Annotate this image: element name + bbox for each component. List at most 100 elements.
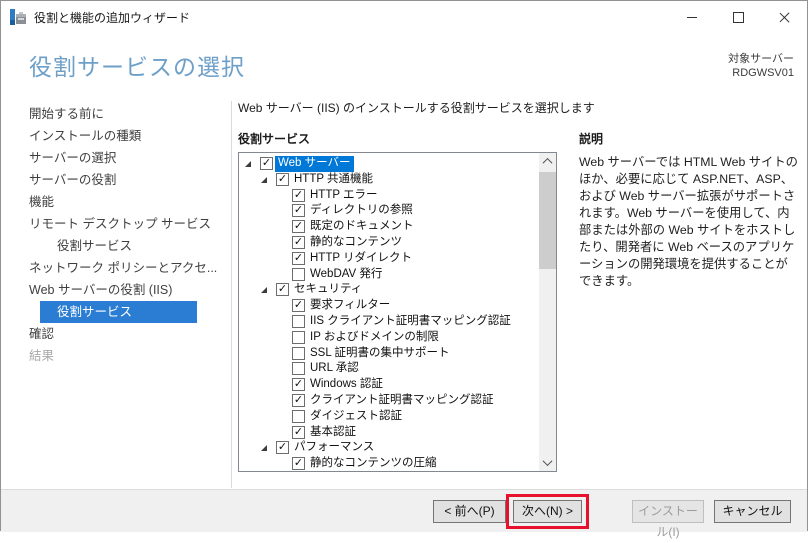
sidebar-item-installation-type[interactable]: インストールの種類 <box>1 125 231 147</box>
tree-item-label-web-server[interactable]: Web サーバー <box>275 156 354 172</box>
tree-row-static-content: ✓ 静的なコンテンツ <box>239 235 539 251</box>
request-filtering-checkbox[interactable]: ✓ <box>292 299 305 313</box>
tree-rows: ✓ Web サーバー ✓ HTTP 共通機能 ✓ HTTP エラー ✓ ディレクトリの参照 ✓ 既… <box>239 156 539 471</box>
digest-authentication-checkbox[interactable] <box>292 409 305 423</box>
role-services-tree: ✓ Web サーバー ✓ HTTP 共通機能 ✓ HTTP エラー ✓ ディレクトリの参照 ✓ 既… <box>238 152 557 472</box>
http-common-features-checkbox[interactable]: ✓ <box>276 172 289 186</box>
tree-item-label-basic-authentication[interactable]: 基本認証 <box>307 425 359 441</box>
tree-item-label-centralized-ssl-certificate-support[interactable]: SSL 証明書の集中サポート <box>307 346 453 362</box>
tree-row-default-document: ✓ 既定のドキュメント <box>239 219 539 235</box>
previous-button[interactable]: < 前へ(P) <box>433 500 506 523</box>
expander-icon[interactable] <box>261 445 267 452</box>
windows-authentication-checkbox[interactable]: ✓ <box>292 378 305 392</box>
tree-row-ip-and-domain-restrictions: IP およびドメインの制限 <box>239 330 539 346</box>
performance-checkbox[interactable]: ✓ <box>276 441 289 455</box>
tree-row-http-common-features: ✓ HTTP 共通機能 <box>239 172 539 188</box>
tree-item-label-performance[interactable]: パフォーマンス <box>291 440 377 456</box>
page-instruction: Web サーバー (IIS) のインストールする役割サービスを選択します <box>238 101 595 115</box>
static-content-checkbox[interactable]: ✓ <box>292 235 305 249</box>
description-text: Web サーバーでは HTML Web サイトのほか、必要に応じて ASP.NE… <box>579 155 798 288</box>
tree-item-label-ip-and-domain-restrictions[interactable]: IP およびドメインの制限 <box>307 330 442 346</box>
sidebar-item-server-selection[interactable]: サーバーの選択 <box>1 147 231 169</box>
tree-row-static-content-compression: ✓ 静的なコンテンツの圧縮 <box>239 456 539 471</box>
tree-item-label-webdav-publishing[interactable]: WebDAV 発行 <box>307 267 385 283</box>
expander-icon[interactable] <box>261 287 267 294</box>
sidebar-item-features[interactable]: 機能 <box>1 191 231 213</box>
tree-item-label-static-content-compression[interactable]: 静的なコンテンツの圧縮 <box>307 456 440 471</box>
scroll-up-button[interactable] <box>539 153 556 170</box>
client-certificate-mapping-authentication-checkbox[interactable]: ✓ <box>292 393 305 407</box>
tree-row-security: ✓ セキュリティ <box>239 282 539 298</box>
expander-icon[interactable] <box>261 176 267 183</box>
directory-browsing-checkbox[interactable]: ✓ <box>292 204 305 218</box>
sidebar-item-results: 結果 <box>29 349 55 363</box>
tree-item-label-request-filtering[interactable]: 要求フィルター <box>307 298 393 314</box>
security-checkbox[interactable]: ✓ <box>276 283 289 297</box>
target-server: 対象サーバー RDGWSV01 <box>728 52 794 80</box>
sidebar-item-confirmation[interactable]: 確認 <box>1 323 231 345</box>
http-redirection-checkbox[interactable]: ✓ <box>292 251 305 265</box>
scroll-down-button[interactable] <box>539 454 556 471</box>
tree-row-http-errors: ✓ HTTP エラー <box>239 188 539 204</box>
iis-client-certificate-mapping-authentication-checkbox[interactable] <box>292 314 305 328</box>
sidebar-item-web-server-role-iis[interactable]: Web サーバーの役割 (IIS) <box>1 279 231 301</box>
tree-item-label-windows-authentication[interactable]: Windows 認証 <box>307 377 386 393</box>
maximize-button[interactable] <box>715 1 761 33</box>
page-title: 役割サービスの選択 <box>29 54 245 80</box>
sidebar-item-remote-desktop-services[interactable]: リモート デスクトップ サービス <box>1 213 231 235</box>
window-controls <box>669 1 807 33</box>
tree-row-performance: ✓ パフォーマンス <box>239 440 539 456</box>
sidebar-item-rds-role-services[interactable]: 役割サービス <box>1 235 231 257</box>
tree-item-label-security[interactable]: セキュリティ <box>291 282 365 298</box>
tree-item-label-client-certificate-mapping-authentication[interactable]: クライアント証明書マッピング認証 <box>307 393 497 409</box>
next-button[interactable]: 次へ(N) > <box>513 500 582 523</box>
cancel-button[interactable]: キャンセル <box>714 500 791 523</box>
tree-row-basic-authentication: ✓ 基本認証 <box>239 425 539 441</box>
window-title: 役割と機能の追加ウィザード <box>34 10 191 25</box>
http-errors-checkbox[interactable]: ✓ <box>292 188 305 202</box>
sidebar-item-server-roles[interactable]: サーバーの役割 <box>1 169 231 191</box>
tree-row-request-filtering: ✓ 要求フィルター <box>239 298 539 314</box>
url-authorization-checkbox[interactable] <box>292 362 305 376</box>
tree-scrollbar[interactable] <box>539 153 556 471</box>
sidebar-item-role-services[interactable]: 役割サービス <box>40 301 197 323</box>
static-content-compression-checkbox[interactable]: ✓ <box>292 457 305 471</box>
sidebar-item-network-policy-and-access[interactable]: ネットワーク ポリシーとアクセ... <box>1 257 231 279</box>
sidebar-item-before-you-begin[interactable]: 開始する前に <box>1 103 231 125</box>
tree-row-webdav-publishing: WebDAV 発行 <box>239 267 539 283</box>
tree-item-label-http-redirection[interactable]: HTTP リダイレクト <box>307 251 415 267</box>
close-button[interactable] <box>761 1 807 33</box>
expander-icon[interactable] <box>245 161 251 167</box>
target-server-label: 対象サーバー <box>728 53 794 65</box>
ip-and-domain-restrictions-checkbox[interactable] <box>292 330 305 344</box>
server-manager-icon <box>9 8 27 26</box>
tree-item-label-http-errors[interactable]: HTTP エラー <box>307 188 381 204</box>
minimize-button[interactable] <box>669 1 715 33</box>
basic-authentication-checkbox[interactable]: ✓ <box>292 425 305 439</box>
default-document-checkbox[interactable]: ✓ <box>292 220 305 234</box>
install-button: インストール(I) <box>632 500 704 539</box>
tree-row-digest-authentication: ダイジェスト認証 <box>239 409 539 425</box>
web-server-checkbox[interactable]: ✓ <box>260 157 273 170</box>
tree-item-label-url-authorization[interactable]: URL 承認 <box>307 361 362 377</box>
chevron-down-icon <box>542 456 553 467</box>
target-server-name: RDGWSV01 <box>732 67 794 79</box>
chevron-up-icon <box>542 157 553 168</box>
tree-item-label-default-document[interactable]: 既定のドキュメント <box>307 219 417 235</box>
tree-item-label-iis-client-certificate-mapping-authentication[interactable]: IIS クライアント証明書マッピング認証 <box>307 314 514 330</box>
maximize-icon <box>732 11 744 23</box>
tree-item-label-http-common-features[interactable]: HTTP 共通機能 <box>291 172 376 188</box>
tree-item-label-directory-browsing[interactable]: ディレクトリの参照 <box>307 203 416 219</box>
scroll-thumb[interactable] <box>539 172 556 269</box>
footer-bar: < 前へ(P) 次へ(N) > インストール(I) キャンセル <box>1 489 807 539</box>
centralized-ssl-certificate-support-checkbox[interactable] <box>292 346 305 360</box>
description-heading: 説明 <box>579 132 604 146</box>
wizard-nav: 開始する前に インストールの種類 サーバーの選択 サーバーの役割 機能 リモート デスクト… <box>1 103 231 367</box>
tree-item-label-digest-authentication[interactable]: ダイジェスト認証 <box>307 409 405 425</box>
tree-section-label: 役割サービス <box>238 132 311 146</box>
tree-item-label-static-content[interactable]: 静的なコンテンツ <box>307 235 405 251</box>
webdav-publishing-checkbox[interactable] <box>292 267 305 281</box>
tree-row-centralized-ssl-certificate-support: SSL 証明書の集中サポート <box>239 346 539 362</box>
tree-row-directory-browsing: ✓ ディレクトリの参照 <box>239 203 539 219</box>
close-icon <box>779 12 790 23</box>
